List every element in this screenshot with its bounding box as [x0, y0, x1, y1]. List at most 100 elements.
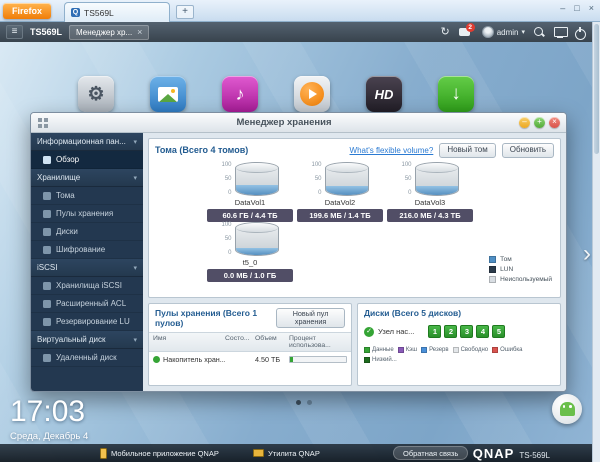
tick-label: 0	[228, 249, 232, 256]
sidebar-item-advanced-acl[interactable]: Расширенный ACL	[31, 295, 143, 313]
pools-panel-title: Пулы хранения (Всего 1 пулов)	[155, 308, 258, 328]
next-desktop-arrow[interactable]: ›	[583, 242, 591, 266]
scrollbar[interactable]	[592, 22, 600, 462]
volume-usage: 216.0 МБ / 4.3 ТБ	[387, 208, 473, 222]
flexible-volume-link[interactable]: What's flexible volume?	[350, 146, 434, 155]
window-minimize-button[interactable]: –	[519, 117, 530, 128]
lun-backup-icon	[43, 317, 51, 326]
tick-label: 0	[408, 189, 412, 196]
restore-button[interactable]: □	[574, 3, 579, 13]
tick-label: 50	[224, 235, 232, 242]
volume-cylinder	[324, 161, 369, 196]
sidebar-item-iscsi-storage[interactable]: Хранилища iSCSI	[31, 277, 143, 295]
refresh-button[interactable]: Обновить	[501, 143, 554, 158]
volume-gauge-datavol1[interactable]: 100 50 0 DataVol1 60.6 ГБ / 4.4 ТБ	[205, 161, 295, 222]
volume-fill	[325, 186, 368, 195]
disk-slot-1[interactable]: 1	[428, 325, 442, 338]
apps-grid-icon	[38, 117, 48, 128]
sidebar-item-remote-disk[interactable]: Удаленный диск	[31, 349, 143, 367]
minimize-button[interactable]: –	[560, 3, 565, 13]
background-tasks-icon[interactable]: ↻	[440, 26, 449, 38]
sidebar-item-disks[interactable]: Диски	[31, 223, 143, 241]
legend-unused: Неиспользуемый	[489, 276, 552, 283]
section-label: iSCSI	[37, 263, 58, 272]
taskbar: Мобильное приложение QNAP Утилита QNAP О…	[0, 444, 592, 462]
tick-label: 50	[404, 175, 412, 182]
main-menu-icon[interactable]: ≡	[6, 25, 23, 39]
caret-down-icon: ▾	[521, 29, 525, 36]
close-app-tab-icon[interactable]: ×	[137, 28, 142, 37]
sidebar-item-volumes[interactable]: Тома	[31, 187, 143, 205]
taskbar-item-feedback[interactable]: Обратная связь	[393, 446, 469, 460]
disk-slot-5[interactable]: 5	[492, 325, 506, 338]
window-titlebar[interactable]: Менеджер хранения – + ×	[31, 113, 566, 133]
control-panel-icon[interactable]: ⚙	[78, 76, 114, 112]
search-icon[interactable]	[534, 26, 545, 38]
new-volume-button[interactable]: Новый том	[439, 143, 496, 158]
username: admin	[496, 27, 519, 37]
page-dot[interactable]	[307, 400, 312, 405]
open-app-tab[interactable]: Менеджер хр... ×	[69, 24, 150, 40]
user-menu[interactable]: admin ▾	[481, 26, 525, 38]
avatar	[481, 26, 494, 38]
firefox-app-button[interactable]: Firefox	[3, 3, 52, 19]
volume-gauge-datavol3[interactable]: 100 50 0 DataVol3 216.0 МБ / 4.3 ТБ	[385, 161, 475, 222]
video-station-icon[interactable]	[294, 76, 330, 112]
sidebar-item-storage-pools[interactable]: Пулы хранения	[31, 205, 143, 223]
volume-gauge-t5-0[interactable]: 100 50 0 t5_0 0.0 МБ / 1.0 ГБ	[205, 221, 295, 282]
device-name: TS569L	[30, 27, 63, 37]
volumes-panel-title: Тома (Всего 4 томов)	[155, 145, 249, 156]
taskbar-item-qnap-utility[interactable]: Утилита QNAP	[253, 446, 320, 460]
column-used-percent[interactable]: Процент использова...	[289, 335, 347, 349]
notifications-icon[interactable]: 2	[458, 23, 475, 38]
dashboard-icon[interactable]	[554, 26, 568, 38]
tick-label: 50	[314, 175, 322, 182]
item-label: Диски	[56, 227, 78, 236]
browser-tab[interactable]: Q TS569L	[64, 2, 170, 22]
down-arrow-glyph: ↓	[451, 83, 461, 104]
volumes-panel: Тома (Всего 4 томов) What's flexible vol…	[148, 138, 561, 298]
sidebar-item-overview[interactable]: Обзор	[31, 151, 143, 169]
gear-glyph: ⚙	[87, 83, 105, 105]
column-name[interactable]: Имя	[153, 335, 225, 349]
disk-slot-4[interactable]: 4	[476, 325, 490, 338]
sidebar-item-lun-backup[interactable]: Резервирование LU	[31, 313, 143, 331]
power-icon[interactable]	[575, 26, 586, 40]
page-dot-active[interactable]	[296, 400, 301, 405]
item-label: Удаленный диск	[56, 353, 117, 362]
sidebar-section-storage[interactable]: Хранилище ▾	[31, 169, 143, 187]
taskbar-item-mobile-app[interactable]: Мобильное приложение QNAP	[100, 446, 219, 460]
close-button[interactable]: ×	[589, 3, 594, 13]
sidebar-section-dashboard[interactable]: Информационная пан... ▾	[31, 133, 143, 151]
photo-glyph	[158, 86, 178, 102]
disk-slot-3[interactable]: 3	[460, 325, 474, 338]
tick-label: 0	[318, 189, 322, 196]
sidebar-section-iscsi[interactable]: iSCSI ▾	[31, 259, 143, 277]
storage-pools-icon	[43, 209, 51, 218]
window-close-button[interactable]: ×	[549, 117, 560, 128]
pool-table-row[interactable]: Накопитель хран... 4.50 ТБ	[149, 352, 351, 367]
disks-panel-header: Диски (Всего 5 дисков)	[358, 304, 560, 322]
new-tab-button[interactable]: +	[176, 5, 194, 19]
download-station-icon[interactable]: ↓	[438, 76, 474, 112]
android-robot-icon[interactable]	[552, 394, 582, 424]
legend-label: Неиспользуемый	[500, 276, 552, 283]
pool-used-fill	[290, 357, 294, 362]
column-capacity[interactable]: Объем	[255, 335, 289, 349]
sidebar-section-virtual-disk[interactable]: Виртуальный диск ▾	[31, 331, 143, 349]
music-station-icon[interactable]: ♪	[222, 76, 258, 112]
window-controls: – + ×	[519, 117, 560, 128]
sidebar-item-encryption[interactable]: Шифрование	[31, 241, 143, 259]
new-pool-button[interactable]: Новый пул хранения	[276, 308, 345, 328]
volume-gauge-datavol2[interactable]: 100 50 0 DataVol2 199.6 МБ / 1.4 ТБ	[295, 161, 385, 222]
volumes-panel-header: Тома (Всего 4 томов) What's flexible vol…	[149, 139, 560, 162]
scrollbar-thumb[interactable]	[594, 24, 599, 154]
screen: Firefox Q TS569L + – □ × ≡ TS569L Менедж…	[0, 0, 600, 462]
legend-cache: Кэш	[397, 347, 417, 353]
photo-station-icon[interactable]	[150, 76, 186, 112]
column-status[interactable]: Состо...	[225, 335, 255, 349]
window-maximize-button[interactable]: +	[534, 117, 545, 128]
volume-usage: 199.6 МБ / 1.4 ТБ	[297, 208, 383, 222]
hd-station-icon[interactable]: HD	[366, 76, 402, 112]
disk-slot-2[interactable]: 2	[444, 325, 458, 338]
